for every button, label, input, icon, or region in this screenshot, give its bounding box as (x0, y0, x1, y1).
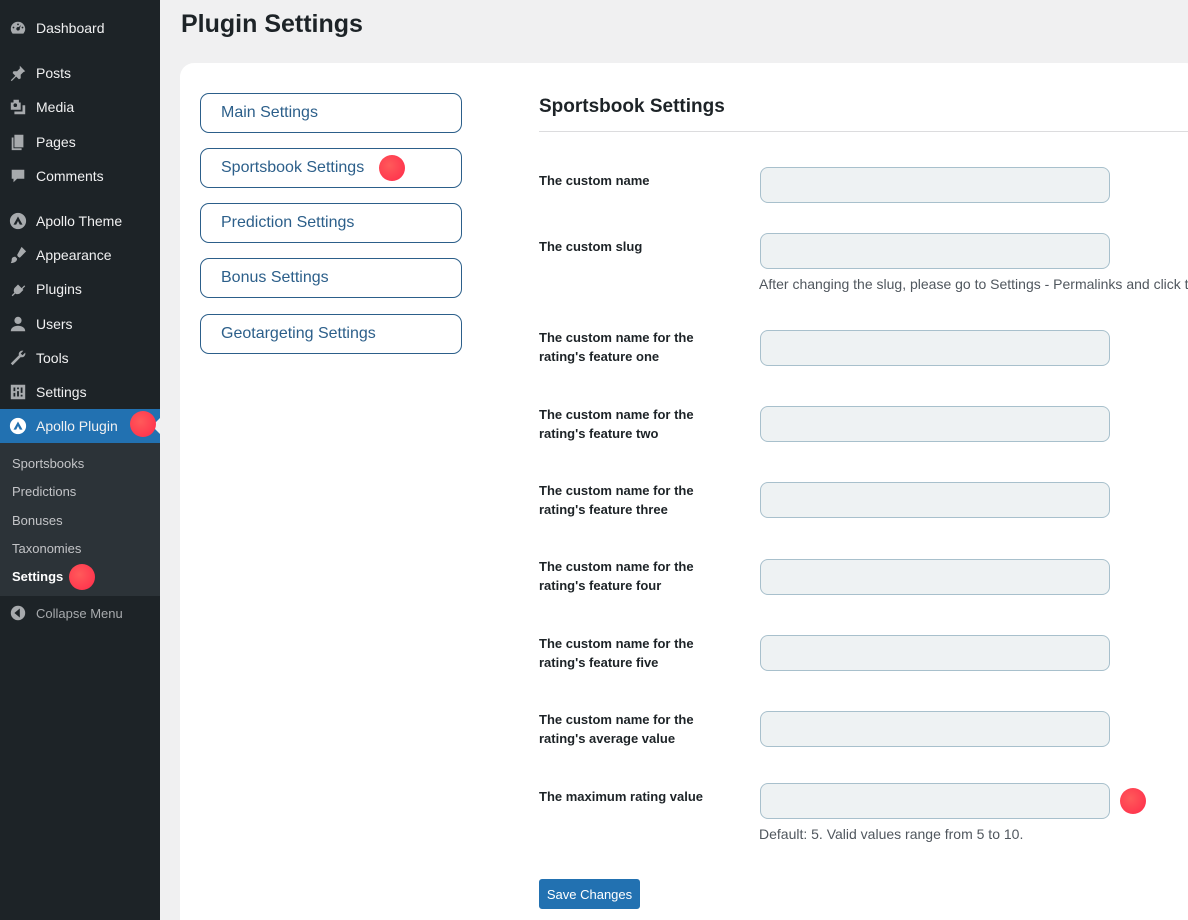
highlight-marker (69, 564, 95, 590)
menu-item-settings[interactable]: Settings (0, 375, 160, 409)
field-label-feature-five: The custom name for the rating's feature… (539, 636, 694, 670)
submenu-item-settings[interactable]: Settings (12, 569, 63, 584)
apollo-logo-icon (0, 417, 36, 435)
feature-five-input[interactable] (760, 635, 1110, 671)
submenu-item-predictions[interactable]: Predictions (12, 484, 76, 499)
custom-slug-input[interactable] (760, 233, 1110, 269)
menu-item-users[interactable]: Users (0, 307, 160, 341)
menu-label: Plugins (36, 281, 82, 297)
average-value-input[interactable] (760, 711, 1110, 747)
field-label-feature-four: The custom name for the rating's feature… (539, 559, 694, 593)
media-icon (0, 98, 36, 116)
tab-sportsbook-settings[interactable]: Sportsbook Settings (200, 148, 462, 188)
menu-label: Apollo Plugin (36, 418, 118, 434)
highlight-marker (379, 155, 405, 181)
menu-item-dashboard[interactable]: Dashboard (0, 11, 160, 45)
submenu-item-bonuses[interactable]: Bonuses (12, 513, 63, 528)
field-label-custom-slug: The custom slug (539, 239, 643, 254)
menu-label: Media (36, 99, 75, 115)
dashboard-icon (0, 19, 36, 37)
menu-item-posts[interactable]: Posts (0, 56, 160, 90)
collapse-arrow-icon (0, 604, 36, 622)
field-label-feature-one: The custom name for the rating's feature… (539, 330, 694, 364)
field-label-max-rating: The maximum rating value (539, 789, 703, 804)
plug-icon (0, 280, 36, 298)
user-icon (0, 315, 36, 333)
tab-geotargeting-settings[interactable]: Geotargeting Settings (200, 314, 462, 354)
max-rating-help-text: Default: 5. Valid values range from 5 to… (759, 826, 1024, 842)
pages-icon (0, 133, 36, 151)
pin-icon (0, 64, 36, 82)
menu-item-plugins[interactable]: Plugins (0, 272, 160, 306)
menu-label: Pages (36, 134, 76, 150)
feature-one-input[interactable] (760, 330, 1110, 366)
wrench-icon (0, 349, 36, 367)
section-divider (539, 131, 1188, 132)
menu-label: Comments (36, 168, 104, 184)
slug-help-text: After changing the slug, please go to Se… (759, 276, 1188, 292)
field-label-average-value: The custom name for the rating's average… (539, 712, 694, 746)
submenu-item-sportsbooks[interactable]: Sportsbooks (12, 456, 84, 471)
comment-icon (0, 167, 36, 185)
tab-bonus-settings[interactable]: Bonus Settings (200, 258, 462, 298)
highlight-marker (1120, 788, 1146, 814)
sliders-icon (0, 383, 36, 401)
menu-item-comments[interactable]: Comments (0, 159, 160, 193)
menu-label: Settings (36, 384, 87, 400)
tab-main-settings[interactable]: Main Settings (200, 93, 462, 133)
max-rating-input[interactable] (760, 783, 1110, 819)
collapse-menu-button[interactable]: Collapse Menu (0, 600, 160, 626)
menu-item-apollo-theme[interactable]: Apollo Theme (0, 204, 160, 238)
field-label-feature-two: The custom name for the rating's feature… (539, 407, 694, 441)
field-label-feature-three: The custom name for the rating's feature… (539, 483, 694, 517)
admin-sidebar: Dashboard Posts Media Pages Comments Apo… (0, 0, 160, 920)
feature-four-input[interactable] (760, 559, 1110, 595)
menu-label: Users (36, 316, 73, 332)
field-label-custom-name: The custom name (539, 173, 650, 188)
brush-icon (0, 246, 36, 264)
apollo-logo-icon (0, 212, 36, 230)
menu-label: Dashboard (36, 20, 105, 36)
menu-item-pages[interactable]: Pages (0, 125, 160, 159)
feature-two-input[interactable] (760, 406, 1110, 442)
menu-label: Posts (36, 65, 72, 81)
highlight-marker (130, 411, 156, 437)
menu-item-tools[interactable]: Tools (0, 341, 160, 375)
menu-item-media[interactable]: Media (0, 90, 160, 124)
feature-three-input[interactable] (760, 482, 1110, 518)
section-title: Sportsbook Settings (539, 96, 725, 117)
custom-name-input[interactable] (760, 167, 1110, 203)
tab-prediction-settings[interactable]: Prediction Settings (200, 203, 462, 243)
menu-label: Apollo Theme (36, 213, 123, 229)
collapse-label: Collapse Menu (36, 605, 123, 621)
menu-item-appearance[interactable]: Appearance (0, 238, 160, 272)
submenu-item-taxonomies[interactable]: Taxonomies (12, 541, 81, 556)
save-changes-button[interactable]: Save Changes (539, 879, 640, 909)
menu-label: Appearance (36, 247, 112, 263)
page-title: Plugin Settings (181, 10, 363, 38)
menu-label: Tools (36, 350, 69, 366)
